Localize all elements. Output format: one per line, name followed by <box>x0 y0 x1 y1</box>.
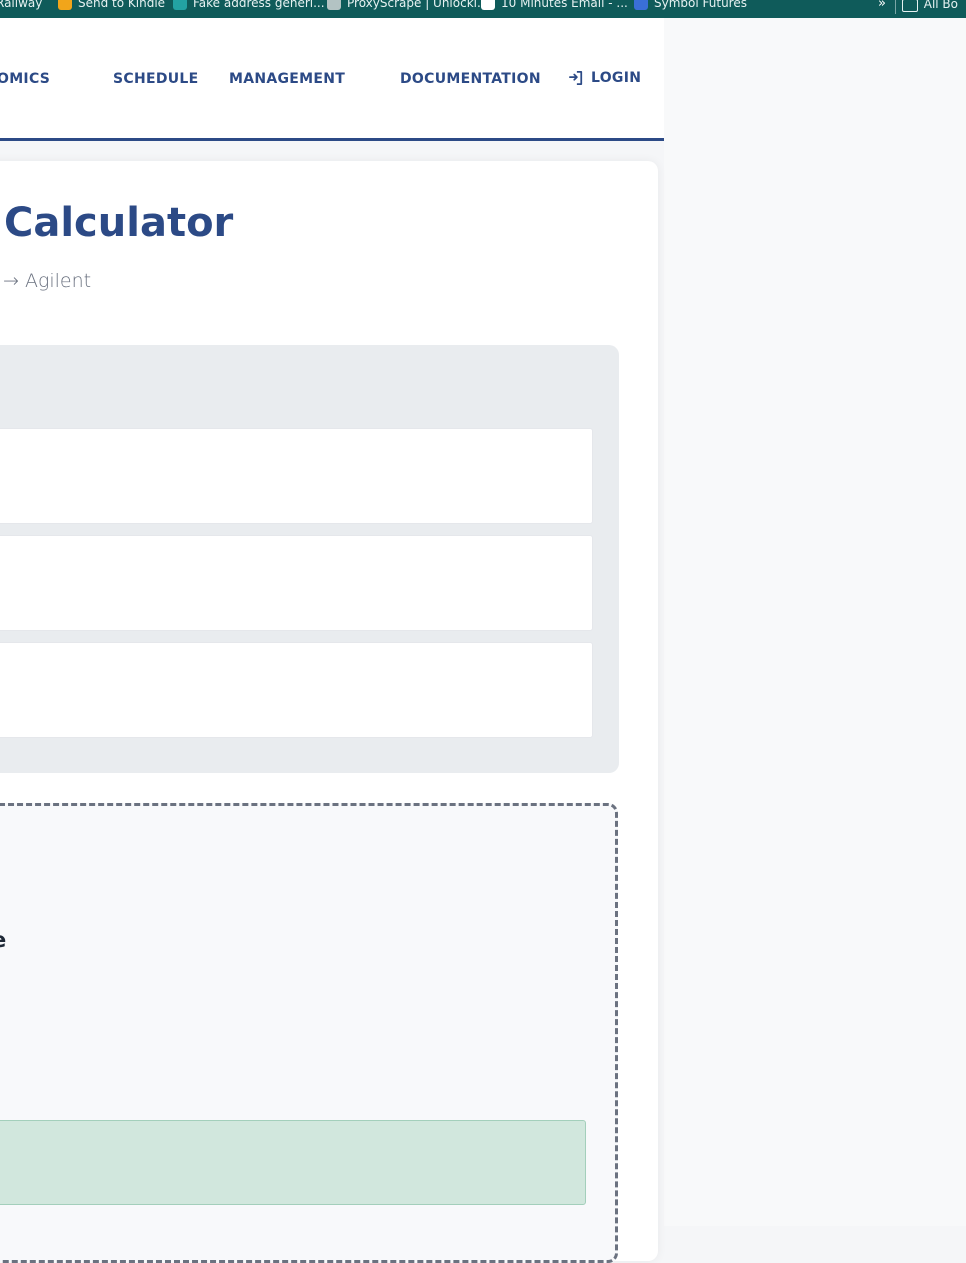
page-background-right <box>664 18 966 1226</box>
bookmark-label: Railway <box>0 0 43 10</box>
page-title: Calculator <box>4 200 234 246</box>
login-icon <box>569 71 583 85</box>
folder-icon <box>901 0 918 12</box>
nav-item-omics[interactable]: OMICS <box>0 71 50 87</box>
bookmark-railway[interactable]: Railway <box>0 0 42 10</box>
success-alert <box>0 1120 586 1205</box>
nav-item-schedule[interactable]: SCHEDULE <box>113 71 199 87</box>
kindle-icon <box>58 0 72 10</box>
folder-label: All Bo <box>923 0 958 11</box>
results-title: e <box>0 928 6 952</box>
bookmark-symbol-futures[interactable]: Symbol Futures <box>634 0 747 10</box>
bookmark-fake-address[interactable]: Fake address generi... <box>173 0 325 10</box>
bookmark-label: 10 Minutes Email - ... <box>501 0 628 10</box>
nav-item-documentation[interactable]: DOCUMENTATION <box>400 71 541 87</box>
input-field-2[interactable] <box>0 535 593 631</box>
input-field-3[interactable] <box>0 642 593 738</box>
bookmark-label: Fake address generi... <box>193 0 325 10</box>
all-bookmarks-folder[interactable]: All Bo <box>901 0 958 12</box>
fake-address-icon <box>173 0 187 10</box>
bookmarks-divider <box>895 0 896 14</box>
futures-icon <box>634 0 648 10</box>
bookmarks-bar: Railway Send to Kindle Fake address gene… <box>0 0 966 18</box>
bookmark-send-to-kindle[interactable]: Send to Kindle <box>58 0 165 10</box>
bookmarks-more-button[interactable]: » <box>878 0 886 11</box>
bookmark-10-minutes-email[interactable]: 10 Minutes Email - ... <box>481 0 628 10</box>
bookmark-proxyscrape[interactable]: ProxyScrape | Unlocki... <box>327 0 488 10</box>
login-label: LOGIN <box>591 70 642 86</box>
input-field-1[interactable] <box>0 428 593 524</box>
page-subtitle: → Agilent <box>3 270 92 292</box>
nav-item-management[interactable]: MANAGEMENT <box>229 71 345 87</box>
proxyscrape-icon <box>327 0 341 10</box>
email-icon <box>481 0 495 10</box>
top-navbar: OMICS SCHEDULE MANAGEMENT DOCUMENTATION … <box>0 18 664 141</box>
login-button[interactable]: LOGIN <box>569 70 641 86</box>
bookmark-label: Send to Kindle <box>78 0 166 10</box>
bookmark-label: Symbol Futures <box>654 0 747 10</box>
bookmark-label: ProxyScrape | Unlocki... <box>347 0 489 10</box>
